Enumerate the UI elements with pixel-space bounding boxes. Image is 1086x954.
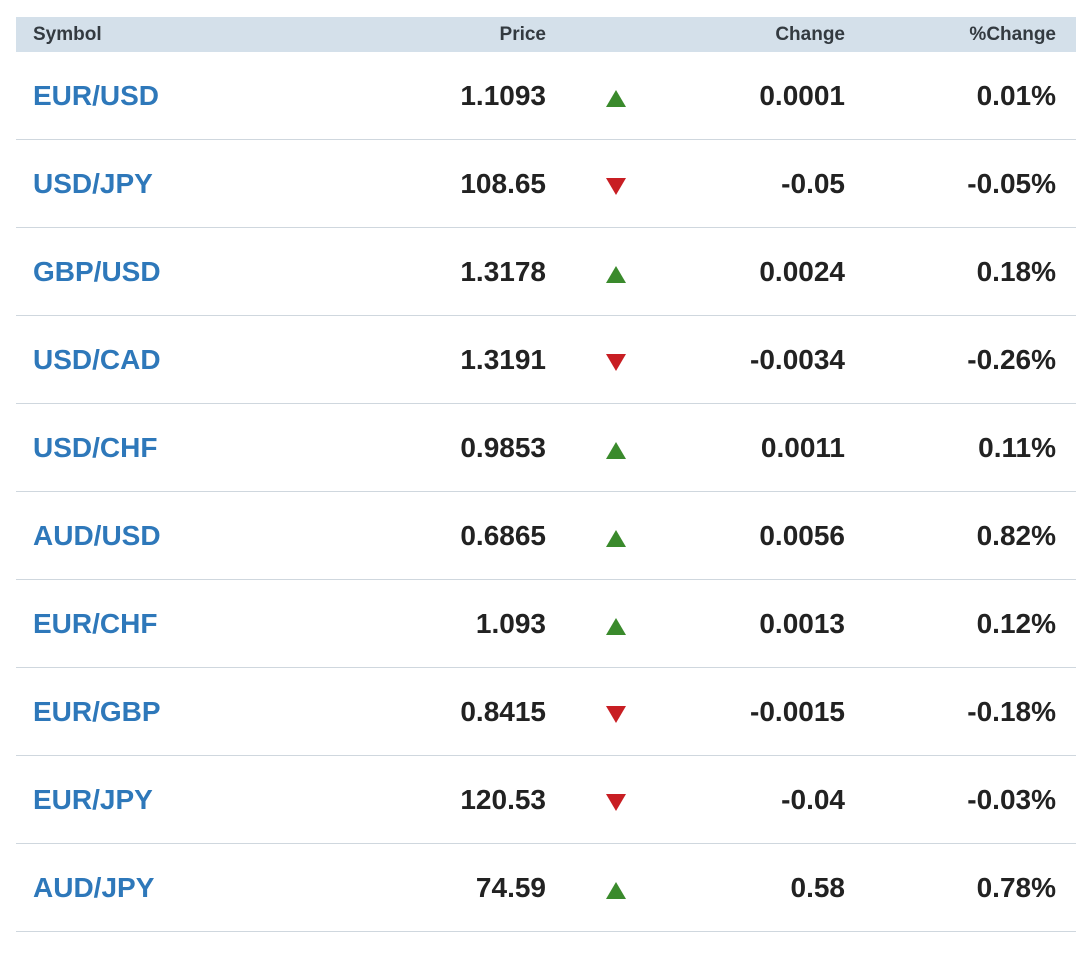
symbol-link[interactable]: EUR/JPY [33,784,153,815]
change-cell: -0.04 [781,783,845,815]
direction-cell [546,876,686,899]
currency-quotes-table: Symbol Price Change %Change EUR/USD 1.109… [16,17,1076,932]
symbol-link[interactable]: EUR/USD [33,80,159,111]
price-cell: 0.8415 [460,695,546,727]
table-row[interactable]: EUR/GBP 0.8415 -0.0015 -0.18% [16,668,1076,756]
direction-cell [546,700,686,723]
price-cell: 120.53 [460,783,546,815]
symbol-link[interactable]: AUD/JPY [33,872,154,903]
change-cell: 0.0013 [759,607,845,639]
header-price[interactable]: Price [316,24,546,46]
pct-change-cell: -0.05% [967,167,1056,199]
up-arrow-icon [606,530,626,547]
symbol-cell: EUR/USD [16,80,316,112]
table-row[interactable]: AUD/JPY 74.59 0.58 0.78% [16,844,1076,932]
change-cell: 0.0056 [759,519,845,551]
symbol-link[interactable]: USD/JPY [33,168,153,199]
direction-cell [546,84,686,107]
symbol-cell: EUR/GBP [16,696,316,728]
up-arrow-icon [606,266,626,283]
up-arrow-icon [606,442,626,459]
down-arrow-icon [606,354,626,371]
pct-change-cell: 0.12% [976,607,1056,639]
symbol-cell: EUR/CHF [16,608,316,640]
symbol-cell: USD/JPY [16,168,316,200]
up-arrow-icon [606,882,626,899]
symbol-cell: USD/CHF [16,432,316,464]
pct-change-cell: 0.18% [976,255,1056,287]
pct-change-cell: 0.78% [976,871,1056,903]
direction-cell [546,436,686,459]
change-cell: 0.0001 [759,79,845,111]
symbol-link[interactable]: USD/CHF [33,432,157,463]
table-row[interactable]: EUR/JPY 120.53 -0.04 -0.03% [16,756,1076,844]
price-cell: 0.6865 [460,519,546,551]
change-cell: 0.0024 [759,255,845,287]
pct-change-cell: 0.82% [976,519,1056,551]
table-row[interactable]: USD/CHF 0.9853 0.0011 0.11% [16,404,1076,492]
table-row[interactable]: EUR/CHF 1.093 0.0013 0.12% [16,580,1076,668]
pct-change-cell: 0.11% [978,431,1056,463]
pct-change-cell: 0.01% [976,79,1056,111]
header-symbol[interactable]: Symbol [16,24,316,46]
price-cell: 1.3178 [460,255,546,287]
change-cell: -0.0015 [750,695,845,727]
symbol-link[interactable]: USD/CAD [33,344,161,375]
header-pct-change[interactable]: %Change [845,24,1056,46]
up-arrow-icon [606,90,626,107]
table-body: EUR/USD 1.1093 0.0001 0.01% USD/JPY 108.65 -0.… [16,52,1076,932]
price-cell: 1.1093 [460,79,546,111]
up-arrow-icon [606,618,626,635]
direction-cell [546,348,686,371]
direction-cell [546,524,686,547]
table-row[interactable]: AUD/USD 0.6865 0.0056 0.82% [16,492,1076,580]
pct-change-cell: -0.03% [967,783,1056,815]
price-cell: 0.9853 [460,431,546,463]
table-row[interactable]: USD/JPY 108.65 -0.05 -0.05% [16,140,1076,228]
price-cell: 108.65 [460,167,546,199]
change-cell: 0.0011 [760,431,845,463]
direction-cell [546,612,686,635]
symbol-link[interactable]: EUR/GBP [33,696,161,727]
price-cell: 1.093 [475,607,546,639]
table-header: Symbol Price Change %Change [16,17,1076,52]
change-cell: -0.0034 [750,343,845,375]
direction-cell [546,172,686,195]
direction-cell [546,788,686,811]
pct-change-cell: -0.18% [967,695,1056,727]
symbol-cell: AUD/USD [16,520,316,552]
symbol-cell: GBP/USD [16,256,316,288]
change-cell: 0.58 [790,871,846,903]
down-arrow-icon [606,706,626,723]
pct-change-cell: -0.26% [967,343,1056,375]
symbol-link[interactable]: AUD/USD [33,520,161,551]
direction-cell [546,260,686,283]
symbol-link[interactable]: EUR/CHF [33,608,157,639]
table-row[interactable]: EUR/USD 1.1093 0.0001 0.01% [16,52,1076,140]
header-change[interactable]: Change [686,24,845,46]
price-cell: 1.3191 [460,343,546,375]
down-arrow-icon [606,794,626,811]
down-arrow-icon [606,178,626,195]
symbol-cell: AUD/JPY [16,872,316,904]
symbol-cell: EUR/JPY [16,784,316,816]
price-cell: 74.59 [475,871,546,903]
symbol-link[interactable]: GBP/USD [33,256,161,287]
table-row[interactable]: USD/CAD 1.3191 -0.0034 -0.26% [16,316,1076,404]
table-row[interactable]: GBP/USD 1.3178 0.0024 0.18% [16,228,1076,316]
symbol-cell: USD/CAD [16,344,316,376]
change-cell: -0.05 [781,167,845,199]
